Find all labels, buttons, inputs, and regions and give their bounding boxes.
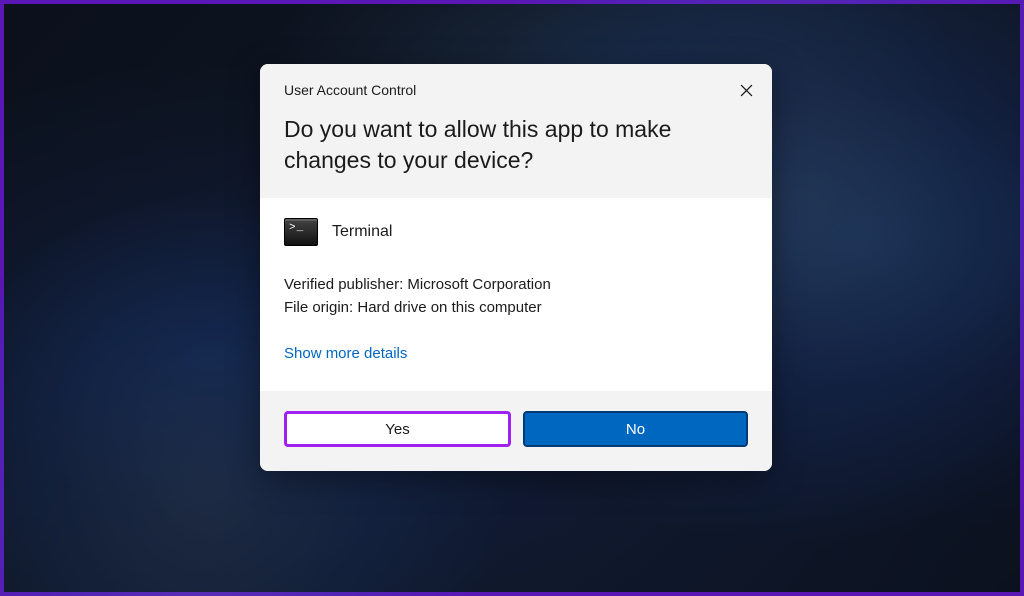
publisher-details: Verified publisher: Microsoft Corporatio… [284,274,748,319]
screen: User Account Control Do you want to allo… [0,0,1024,596]
dialog-header: User Account Control Do you want to allo… [260,64,772,198]
app-row: Terminal [284,218,748,246]
app-name: Terminal [332,223,392,241]
uac-dialog: User Account Control Do you want to allo… [260,64,772,471]
terminal-icon [284,218,318,246]
no-button[interactable]: No [523,411,748,447]
dialog-body: Terminal Verified publisher: Microsoft C… [260,198,772,391]
dialog-title: User Account Control [284,82,748,98]
show-more-details-link[interactable]: Show more details [284,345,407,362]
close-icon [740,84,753,97]
origin-line: File origin: Hard drive on this computer [284,297,748,320]
dialog-heading: Do you want to allow this app to make ch… [284,114,748,176]
dialog-footer: Yes No [260,391,772,471]
close-button[interactable] [734,78,758,102]
publisher-line: Verified publisher: Microsoft Corporatio… [284,274,748,297]
yes-button[interactable]: Yes [284,411,511,447]
